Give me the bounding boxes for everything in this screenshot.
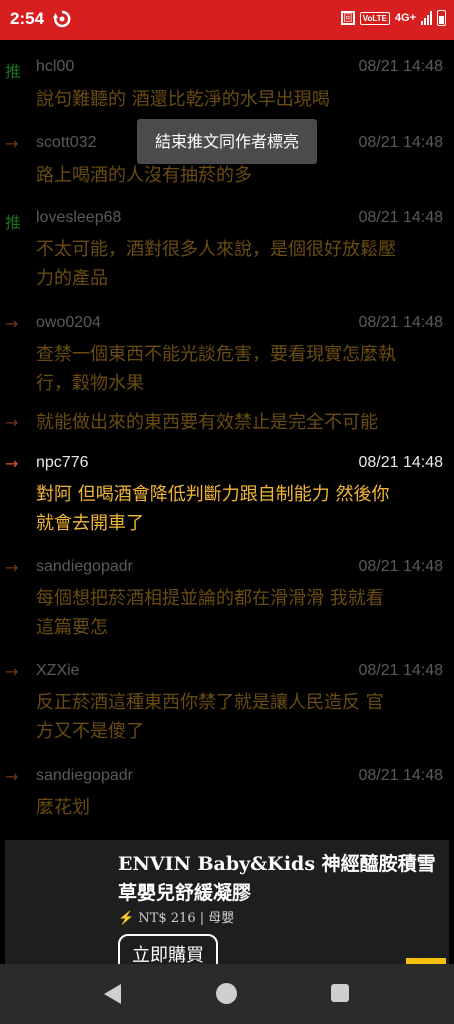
ad-title-line: ENVIN Baby&Kids 神經醯胺積雪: [118, 853, 436, 875]
comment-text: 麼花划: [36, 793, 446, 822]
comment-tag: →: [5, 767, 19, 786]
volte-badge: VoLTE: [359, 11, 390, 25]
comment-line: 行，穀物水果: [36, 373, 144, 394]
comment-line: 力的產品: [36, 268, 108, 289]
recent-apps-icon[interactable]: [331, 984, 349, 1002]
comment-tag: →: [5, 454, 19, 473]
comment-line: 說句難聽的 酒還比乾淨的水早出現喝: [36, 89, 330, 110]
comment-time: 08/21 14:48: [358, 134, 443, 151]
bolt-icon: ⚡: [118, 911, 135, 926]
comment-time: 08/21 14:48: [358, 662, 443, 679]
comment-line: 就能做出來的東西要有效禁止是完全不可能: [36, 412, 378, 433]
network-type: 4G+: [394, 12, 416, 24]
ad-banner[interactable]: ENVIN Baby&Kids 神經醯胺積雪 草嬰兒舒緩凝膠 ⚡ NT$ 216…: [5, 840, 449, 964]
comment-line: 這篇要怎: [36, 617, 108, 638]
ad-separator: |: [199, 911, 205, 926]
ad-category: 母嬰: [208, 911, 235, 926]
comment-line: 方又不是傻了: [36, 721, 144, 742]
back-icon[interactable]: [104, 984, 121, 1004]
comment-time: 08/21 14:48: [358, 314, 443, 331]
toast-message: 結束推文同作者標亮: [137, 119, 317, 164]
ad-title[interactable]: ENVIN Baby&Kids 神經醯胺積雪 草嬰兒舒緩凝膠: [118, 850, 443, 908]
comment-tag: →: [5, 662, 19, 681]
status-time: 2:54: [10, 9, 45, 28]
comment-text: 就能做出來的東西要有效禁止是完全不可能: [36, 408, 446, 437]
ad-price: NT$ 216: [138, 911, 196, 926]
comment-line: 麼花划: [36, 797, 90, 818]
home-icon[interactable]: [216, 983, 237, 1004]
comment-tag: →: [5, 413, 19, 432]
comment-tag: →: [5, 558, 19, 577]
comment-user: owo0204: [36, 314, 101, 331]
comment-user: sandiegopadr: [36, 767, 133, 784]
comment-tag: 推: [5, 62, 22, 81]
comment-text: 說句難聽的 酒還比乾淨的水早出現喝: [36, 85, 446, 114]
comment-line: 對阿 但喝酒會降低判斷力跟自制能力 然後你: [36, 484, 390, 505]
signal-icon: [421, 11, 432, 25]
comment-user: lovesleep68: [36, 209, 122, 226]
comment-line: 反正菸酒這種東西你禁了就是讓人民造反 官: [36, 692, 384, 713]
comment-text: 反正菸酒這種東西你禁了就是讓人民造反 官 方又不是傻了: [36, 688, 446, 746]
comment-line: 每個想把菸酒相提並論的都在滑滑滑 我就看: [36, 588, 384, 609]
system-nav-bar: [0, 964, 454, 1024]
comment-time: 08/21 14:48: [358, 558, 443, 575]
comment-tag: 推: [5, 213, 22, 232]
comment-time: 08/21 14:48: [358, 454, 443, 471]
status-bar: 2:54 回 VoLTE 4G+: [0, 0, 454, 40]
comment-line: 就會去開車了: [36, 513, 144, 534]
comment-user: hcl00: [36, 58, 75, 75]
comment-user: npc776: [36, 454, 89, 471]
screen-record-icon: 回: [340, 11, 355, 25]
comment-text: 對阿 但喝酒會降低判斷力跟自制能力 然後你 就會去開車了: [36, 480, 446, 538]
comment-text: 查禁一個東西不能光談危害，要看現實怎麼執 行，穀物水果: [36, 340, 446, 398]
comment-line: 路上喝酒的人沒有抽菸的多: [36, 165, 252, 186]
comment-time: 08/21 14:48: [358, 58, 443, 75]
sync-icon: [53, 10, 71, 28]
status-icons: 回 VoLTE 4G+: [340, 10, 446, 26]
comment-user: sandiegopadr: [36, 558, 133, 575]
battery-icon: [437, 10, 446, 26]
comment-user: XZXie: [36, 662, 80, 679]
comment-tag: →: [5, 314, 19, 333]
ad-meta: ⚡ NT$ 216 | 母嬰: [118, 907, 234, 926]
comment-time: 08/21 14:48: [358, 767, 443, 784]
ad-title-line: 草嬰兒舒緩凝膠: [118, 882, 252, 904]
comment-time: 08/21 14:48: [358, 209, 443, 226]
comment-text: 不太可能，酒對很多人來說，是個很好放鬆壓 力的產品: [36, 235, 446, 293]
comment-line: 查禁一個東西不能光談危害，要看現實怎麼執: [36, 344, 396, 365]
comment-tag: →: [5, 134, 19, 153]
comment-user: scott032: [36, 134, 97, 151]
comment-line: 不太可能，酒對很多人來說，是個很好放鬆壓: [36, 239, 396, 260]
buy-now-button[interactable]: 立即購買: [118, 934, 218, 964]
comment-text: 路上喝酒的人沒有抽菸的多: [36, 161, 446, 190]
comment-text: 每個想把菸酒相提並論的都在滑滑滑 我就看 這篇要怎: [36, 584, 446, 642]
